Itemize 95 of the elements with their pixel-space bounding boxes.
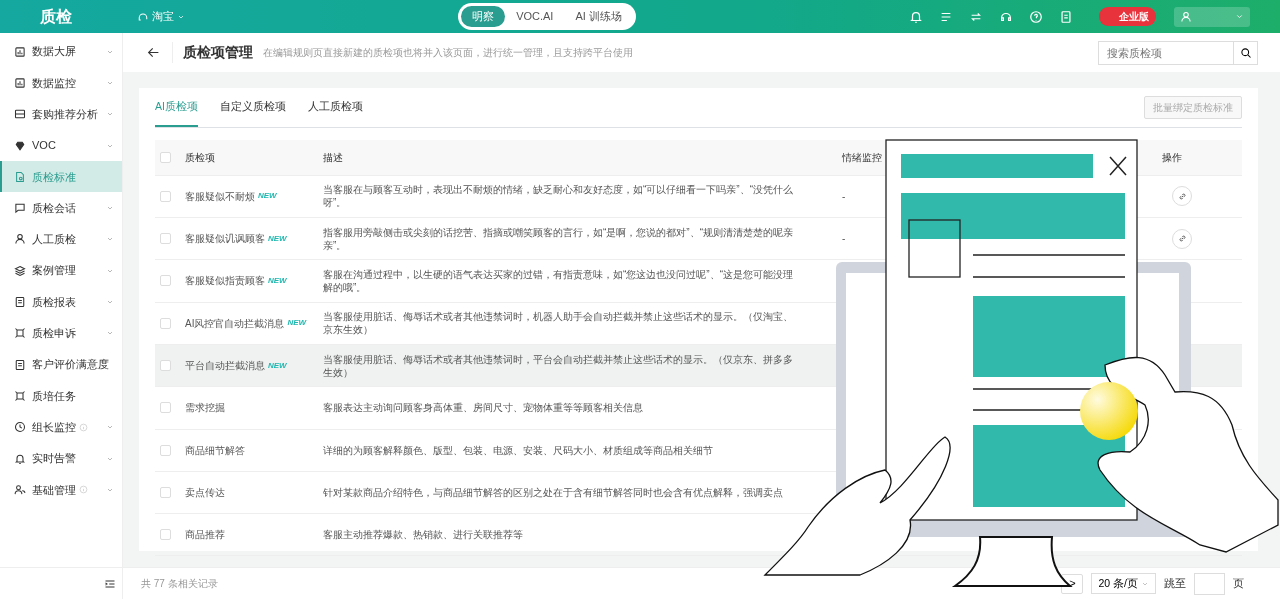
table-cell-text: 客服表达主动询问顾客身高体重、房间尺寸、宠物体重等等顾客相关信息 [323, 401, 644, 415]
tab[interactable]: AI质检项 [155, 88, 198, 127]
report-icon [14, 358, 26, 371]
collapse-icon[interactable] [104, 577, 116, 590]
table-cell-text: 商品细节解答 [185, 443, 245, 458]
table-cell-text: AI风控官自动拦截消息 [185, 316, 285, 331]
column-header: 情绪监控 [842, 150, 883, 165]
sidebar-item[interactable]: 数据大屏 [0, 36, 122, 68]
layers-icon [14, 264, 26, 277]
app-logo: 质检 [39, 7, 73, 27]
search-icon [1239, 46, 1252, 59]
headset-icon [137, 10, 149, 23]
box-icon [14, 108, 26, 121]
sidebar-item[interactable]: 组长监控 [0, 411, 122, 443]
page-size-select[interactable]: 20 条/页 [1091, 572, 1156, 595]
checkbox[interactable] [160, 486, 171, 498]
table-cell-text: 客服疑似讥讽顾客 [185, 232, 265, 247]
column-header: 描述 [322, 150, 344, 165]
column-header: 操作 [1162, 150, 1183, 165]
clock-icon [14, 421, 26, 434]
table-cell-text: 卖点传达 [185, 485, 225, 500]
table-cell-text: 客服疑似指责顾客 [185, 274, 265, 289]
sidebar-item[interactable]: 质检报表 [0, 286, 122, 318]
frame-icon [14, 327, 26, 340]
back-icon[interactable] [147, 46, 160, 59]
help-icon[interactable] [1029, 9, 1043, 24]
search-field[interactable]: 搜索质检项 [1098, 40, 1234, 65]
checkbox[interactable] [160, 529, 171, 541]
sidebar-item[interactable]: 实时告警 [0, 442, 122, 475]
link-icon [1176, 233, 1188, 245]
column-header: 质检项 [185, 150, 216, 165]
search-button[interactable] [1234, 40, 1258, 65]
table-cell: 当客服使用脏话、侮辱话术或者其他违禁词时，平台会自动拦截并禁止这些话术的显示。（仅京东、拼多多生效） [323, 352, 793, 379]
caret-icon [1235, 12, 1244, 21]
sidebar-item[interactable]: 基础管理 [0, 474, 122, 506]
checkbox[interactable] [160, 233, 171, 245]
table-cell-text: 客服主动推荐爆款、热销款、进行关联推荐等 [323, 528, 524, 542]
diamond-icon [14, 139, 26, 152]
mode-tab[interactable]: AI 训练场 [564, 6, 633, 27]
sidebar-item[interactable]: 质检申诉 [0, 317, 122, 349]
document-icon[interactable] [1059, 9, 1073, 24]
checkbox[interactable] [160, 402, 171, 414]
table-cell: 当客服使用脏话、侮辱话术或者其他违禁词时，机器人助手会自动拦截并禁止这些话术的显示。（仅淘宝、京东生效） [323, 310, 793, 337]
table-cell: 指客服用旁敲侧击或尖刻的话挖苦、指摘或嘲笑顾客的言行，如“是啊，您说的都对”、“规则清清楚楚的呢亲亲”。 [323, 225, 793, 252]
bell-icon [14, 452, 26, 465]
page-unit-label: 页 [1233, 575, 1244, 591]
chat-icon [14, 202, 26, 215]
sidebar-item[interactable]: 客户评价满意度 [0, 348, 122, 381]
link-icon [1176, 190, 1188, 202]
sidebar-item[interactable]: 质检会话 [0, 192, 122, 224]
sidebar-item[interactable]: VOC [0, 129, 122, 162]
tab[interactable]: 人工质检项 [307, 88, 363, 127]
mode-tab[interactable]: VOC.AI [505, 6, 565, 27]
chart-icon [14, 45, 26, 58]
table-cell-text: - [842, 232, 847, 247]
new-tag: NEW [268, 232, 287, 245]
table-cell: 当客服在与顾客互动时，表现出不耐烦的情绪，缺乏耐心和友好态度，如“可以仔细看一下吗亲”、“没凭什么呀”。 [323, 183, 793, 210]
checkbox[interactable] [160, 360, 171, 372]
table-cell-text: - [842, 189, 847, 204]
people-icon [14, 483, 26, 496]
new-tag: NEW [287, 317, 307, 330]
user-icon [1180, 10, 1192, 23]
document-icon [14, 170, 26, 183]
user-menu-button[interactable] [1174, 6, 1250, 27]
checkbox[interactable] [160, 444, 171, 456]
sidebar-item[interactable]: 数据监控 [0, 67, 122, 99]
table-cell-text: 需求挖掘 [185, 401, 225, 416]
checkbox[interactable] [160, 275, 171, 287]
page-input[interactable] [1194, 572, 1225, 595]
new-tag: NEW [268, 275, 287, 287]
checkbox[interactable] [160, 190, 171, 202]
tab[interactable]: 自定义质检项 [219, 88, 286, 127]
table-cell: 平台自动拦截消息 [185, 358, 265, 374]
chart-icon [14, 76, 26, 89]
page-title: 质检项管理 [172, 42, 253, 63]
frame-icon [14, 389, 26, 402]
person-icon [14, 233, 26, 246]
checkbox[interactable] [160, 151, 171, 163]
checkbox[interactable] [160, 317, 171, 329]
table-cell-text: 针对某款商品介绍特色，与商品细节解答的区别之处在于含有细节解答同时也会含有优点解释，强调卖点 [323, 485, 784, 499]
sidebar-item[interactable]: 质培任务 [0, 380, 122, 412]
report-icon [14, 296, 26, 308]
table-cell-text: 商品推荐 [185, 528, 225, 543]
table-cell: 客服在沟通过程中，以生硬的语气表达买家的过错，有指责意味，如“您这边也没问过呢”、“这是您可能没理解的哦”。 [323, 268, 793, 294]
sidebar-item[interactable]: 套购推荐分析 [0, 98, 122, 130]
sidebar-item[interactable]: 人工质检 [0, 223, 122, 256]
table-cell-text: 客服疑似不耐烦 [185, 189, 255, 204]
table-cell-text: 详细的为顾客解释颜色、版型、包装、电源、安装、尺码大小、材质组成等商品相关细节 [323, 443, 714, 457]
new-tag: NEW [258, 190, 277, 203]
sidebar-item[interactable]: 案例管理 [0, 255, 122, 287]
edition-badge: 企业版 [1099, 7, 1156, 26]
bell-icon[interactable] [909, 9, 923, 24]
jump-label: 跳至 [1164, 575, 1186, 591]
record-count: 共 77 条相关记录 [141, 577, 218, 591]
new-tag: NEW [268, 359, 287, 372]
